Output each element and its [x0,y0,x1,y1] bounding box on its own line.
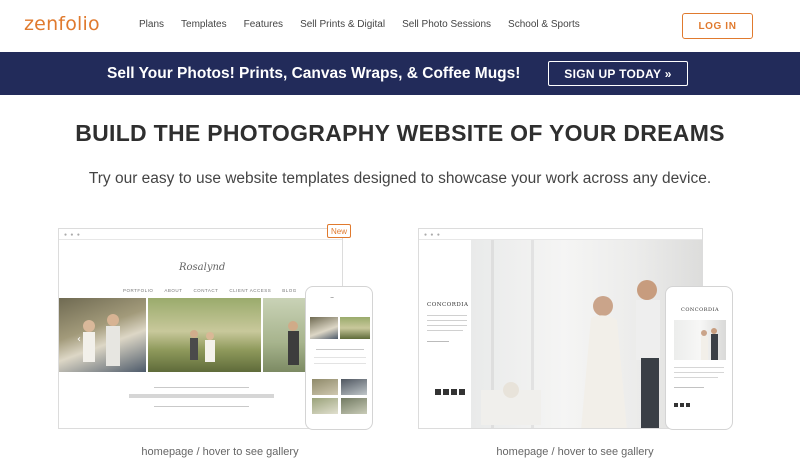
nav-plans[interactable]: Plans [139,19,164,30]
text-line [427,325,467,326]
login-button[interactable]: LOG IN [682,13,753,39]
page-subheadline: Try our easy to use website templates de… [88,170,712,187]
template-card-rosalynd[interactable]: ● ● ● Rosalynd PORTFOLIO ABOUT CONTACT C… [58,224,378,464]
divider [154,387,249,388]
text-line [427,330,463,331]
social-icon[interactable] [443,389,449,395]
social-icon[interactable] [451,389,457,395]
social-icon [680,403,684,407]
desktop-preview: ● ● ● Rosalynd PORTFOLIO ABOUT CONTACT C… [58,228,343,429]
site-nav-about: ABOUT [164,288,183,293]
text-line [674,377,718,378]
text-line [427,341,449,342]
nav-features[interactable]: Features [244,19,283,30]
site-nav-client-access: CLIENT ACCESS [229,288,272,293]
divider [316,349,364,350]
mobile-preview: ~ [305,286,373,430]
mobile-photo-1 [310,317,338,339]
social-icon[interactable] [435,389,441,395]
new-badge: New [327,224,351,238]
text-line [674,387,704,388]
site-title: Rosalynd [179,262,226,273]
window-dots-icon: ● ● ● [424,232,441,238]
browser-bar: ● ● ● [59,229,342,240]
social-icon [686,403,690,407]
mobile-photo-5 [312,398,338,414]
site-nav-portfolio: PORTFOLIO [123,288,154,293]
social-icon [674,403,678,407]
promo-banner: Sell Your Photos! Prints, Canvas Wraps, … [0,52,800,95]
mobile-hero-photo [674,320,726,360]
nav-templates[interactable]: Templates [181,19,227,30]
gallery-photo-couple: ‹ [59,298,146,372]
text-line [427,315,467,316]
browser-bar: ● ● ● [419,229,702,240]
couple-figure-icon: ‹ [77,314,120,366]
mobile-site-title: CONCORDIA [681,307,720,313]
gallery-photo-field [148,298,261,372]
desktop-preview: ● ● ● CONCORDIA [418,228,703,429]
template-caption[interactable]: homepage / hover to see gallery [475,446,675,458]
nav-school-sports[interactable]: School & Sports [508,19,580,30]
mobile-photo-3 [312,379,338,395]
nav-sell-photo-sessions[interactable]: Sell Photo Sessions [402,19,491,30]
nav-sell-prints[interactable]: Sell Prints & Digital [300,19,385,30]
svg-text:‹: ‹ [77,334,81,345]
social-icon[interactable] [459,389,465,395]
site-nav-blog: BLOG [282,288,297,293]
template-card-concordia[interactable]: ● ● ● CONCORDIA CONCORDIA homepage / hov… [418,224,738,464]
page-headline: BUILD THE PHOTOGRAPHY WEBSITE OF YOUR DR… [75,120,725,146]
site-title: CONCORDIA [427,302,469,308]
site-header: zenfolio Plans Templates Features Sell P… [0,0,800,52]
mobile-social-icons [674,403,690,407]
site-nav-contact: CONTACT [193,288,219,293]
window-dots-icon: ● ● ● [64,232,81,238]
divider [314,363,366,364]
text-line [674,372,724,373]
divider [314,357,366,358]
mobile-couple-icon [701,328,718,360]
site-footer-text [129,394,274,398]
sign-up-button[interactable]: SIGN UP TODAY » [548,61,688,86]
zenfolio-logo[interactable]: zenfolio [24,13,100,35]
main-nav: Plans Templates Features Sell Prints & D… [139,19,597,30]
mobile-photo-2 [340,317,370,339]
mobile-photo-4 [341,379,367,395]
template-caption[interactable]: homepage / hover to see gallery [120,446,320,458]
promo-text: Sell Your Photos! Prints, Canvas Wraps, … [107,65,521,82]
mobile-site-title: ~ [330,295,335,301]
mobile-preview: CONCORDIA [665,286,733,430]
field-couple-icon [190,330,215,362]
mobile-photo-6 [341,398,367,414]
text-line [674,367,724,368]
divider [154,406,249,407]
site-nav: PORTFOLIO ABOUT CONTACT CLIENT ACCESS BL… [123,288,297,293]
text-line [427,320,467,321]
social-icons [435,389,465,395]
